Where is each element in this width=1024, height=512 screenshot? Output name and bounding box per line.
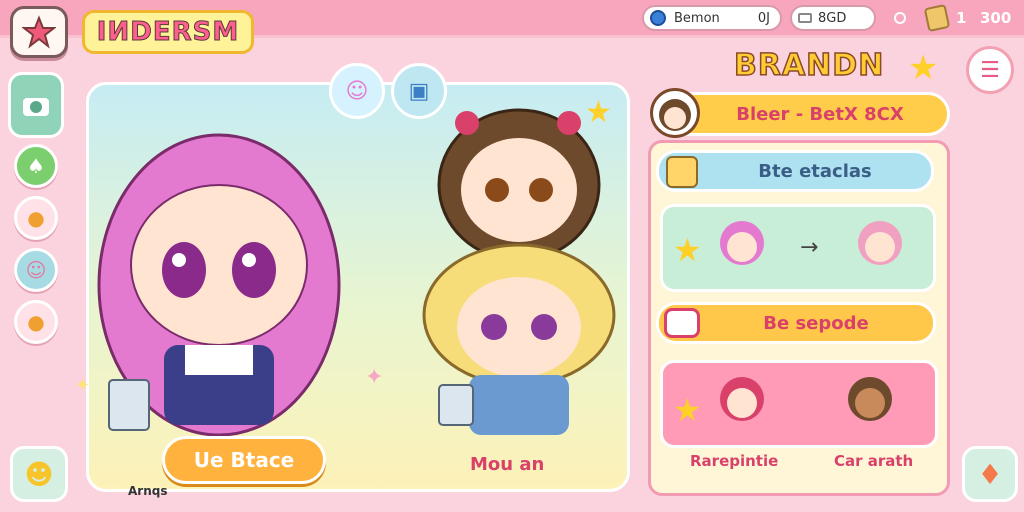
rail-camera-button[interactable] (8, 72, 64, 138)
sun-face-icon: ☻ (24, 457, 54, 491)
camera-icon (23, 98, 49, 116)
character-option-b (848, 377, 892, 421)
face-icon: ☺ (25, 258, 47, 282)
character-caption: Mou an (470, 454, 545, 475)
card-label-left: Rarepintie (690, 452, 779, 470)
corner-caption: Arnqs (128, 484, 168, 498)
panel-title: BRANDN (733, 47, 885, 84)
star-icon: ★ (908, 48, 939, 88)
rail-cat-button[interactable]: ● (14, 196, 58, 240)
leaf-icon: ♠ (27, 154, 45, 178)
code-text: 8GD (818, 10, 847, 26)
rail-leaf-button[interactable]: ♠ (14, 144, 58, 188)
star-icon: ★ (673, 391, 702, 429)
compare-card-green[interactable]: ★ (660, 204, 936, 292)
player-info-pill[interactable]: Bemon 0J (642, 5, 782, 31)
left-rail: ♠ ● ☺ ● (8, 72, 64, 352)
bottom-left-button[interactable]: ☻ (10, 446, 68, 502)
action-button[interactable]: Ue Btace (162, 436, 326, 484)
menu-button[interactable]: ☰ (966, 46, 1014, 94)
bag-icon (664, 308, 700, 338)
character-option-a (720, 377, 764, 421)
logo-text: IИDERSM (96, 17, 240, 48)
main-character[interactable] (69, 95, 369, 455)
rail-face-button[interactable]: ☺ (14, 248, 58, 292)
gem-icon[interactable] (923, 3, 951, 33)
thumb-character-a[interactable]: ☺ (329, 63, 385, 119)
stat-primary: 1 (956, 9, 967, 27)
menu-icon: ☰ (980, 57, 1000, 83)
compare-card-pink[interactable]: ★ (660, 360, 938, 448)
arrow-right-icon: → (800, 235, 819, 260)
header-avatar[interactable] (650, 88, 700, 138)
stat-secondary: 300 (980, 9, 1012, 27)
coin-icon (650, 10, 666, 26)
ticket-icon (798, 13, 812, 23)
character-after (858, 221, 902, 265)
player-name: Bemon (674, 10, 720, 26)
player-level: 0J (757, 10, 770, 26)
character-stage: ☺ ▣ ✦ ✦ ★ (75, 63, 630, 492)
rail-bread-button[interactable]: ● (14, 300, 58, 344)
bread-icon: ● (27, 310, 45, 334)
game-logo: IИDERSM (82, 10, 254, 54)
sparkle-icon: ✦ (75, 375, 91, 396)
card-label-right: Car arath (834, 452, 914, 470)
avatar-icon (659, 99, 691, 131)
third-character[interactable] (409, 235, 629, 455)
character-thumb-icon: ☺ (345, 78, 369, 104)
cat-icon: ● (27, 206, 45, 230)
code-pill[interactable]: 8GD (790, 5, 876, 31)
paint-cup-icon (666, 156, 698, 188)
star-icon: ★ (673, 231, 702, 269)
home-star-icon (22, 15, 56, 49)
bell-icon: ♦ (977, 457, 1003, 491)
ring-icon (894, 12, 906, 24)
bottom-right-button[interactable]: ♦ (962, 446, 1018, 502)
star-icon: ★ (585, 95, 612, 130)
character-before (720, 221, 764, 265)
home-button[interactable] (10, 6, 68, 58)
sparkle-icon: ✦ (365, 365, 384, 390)
